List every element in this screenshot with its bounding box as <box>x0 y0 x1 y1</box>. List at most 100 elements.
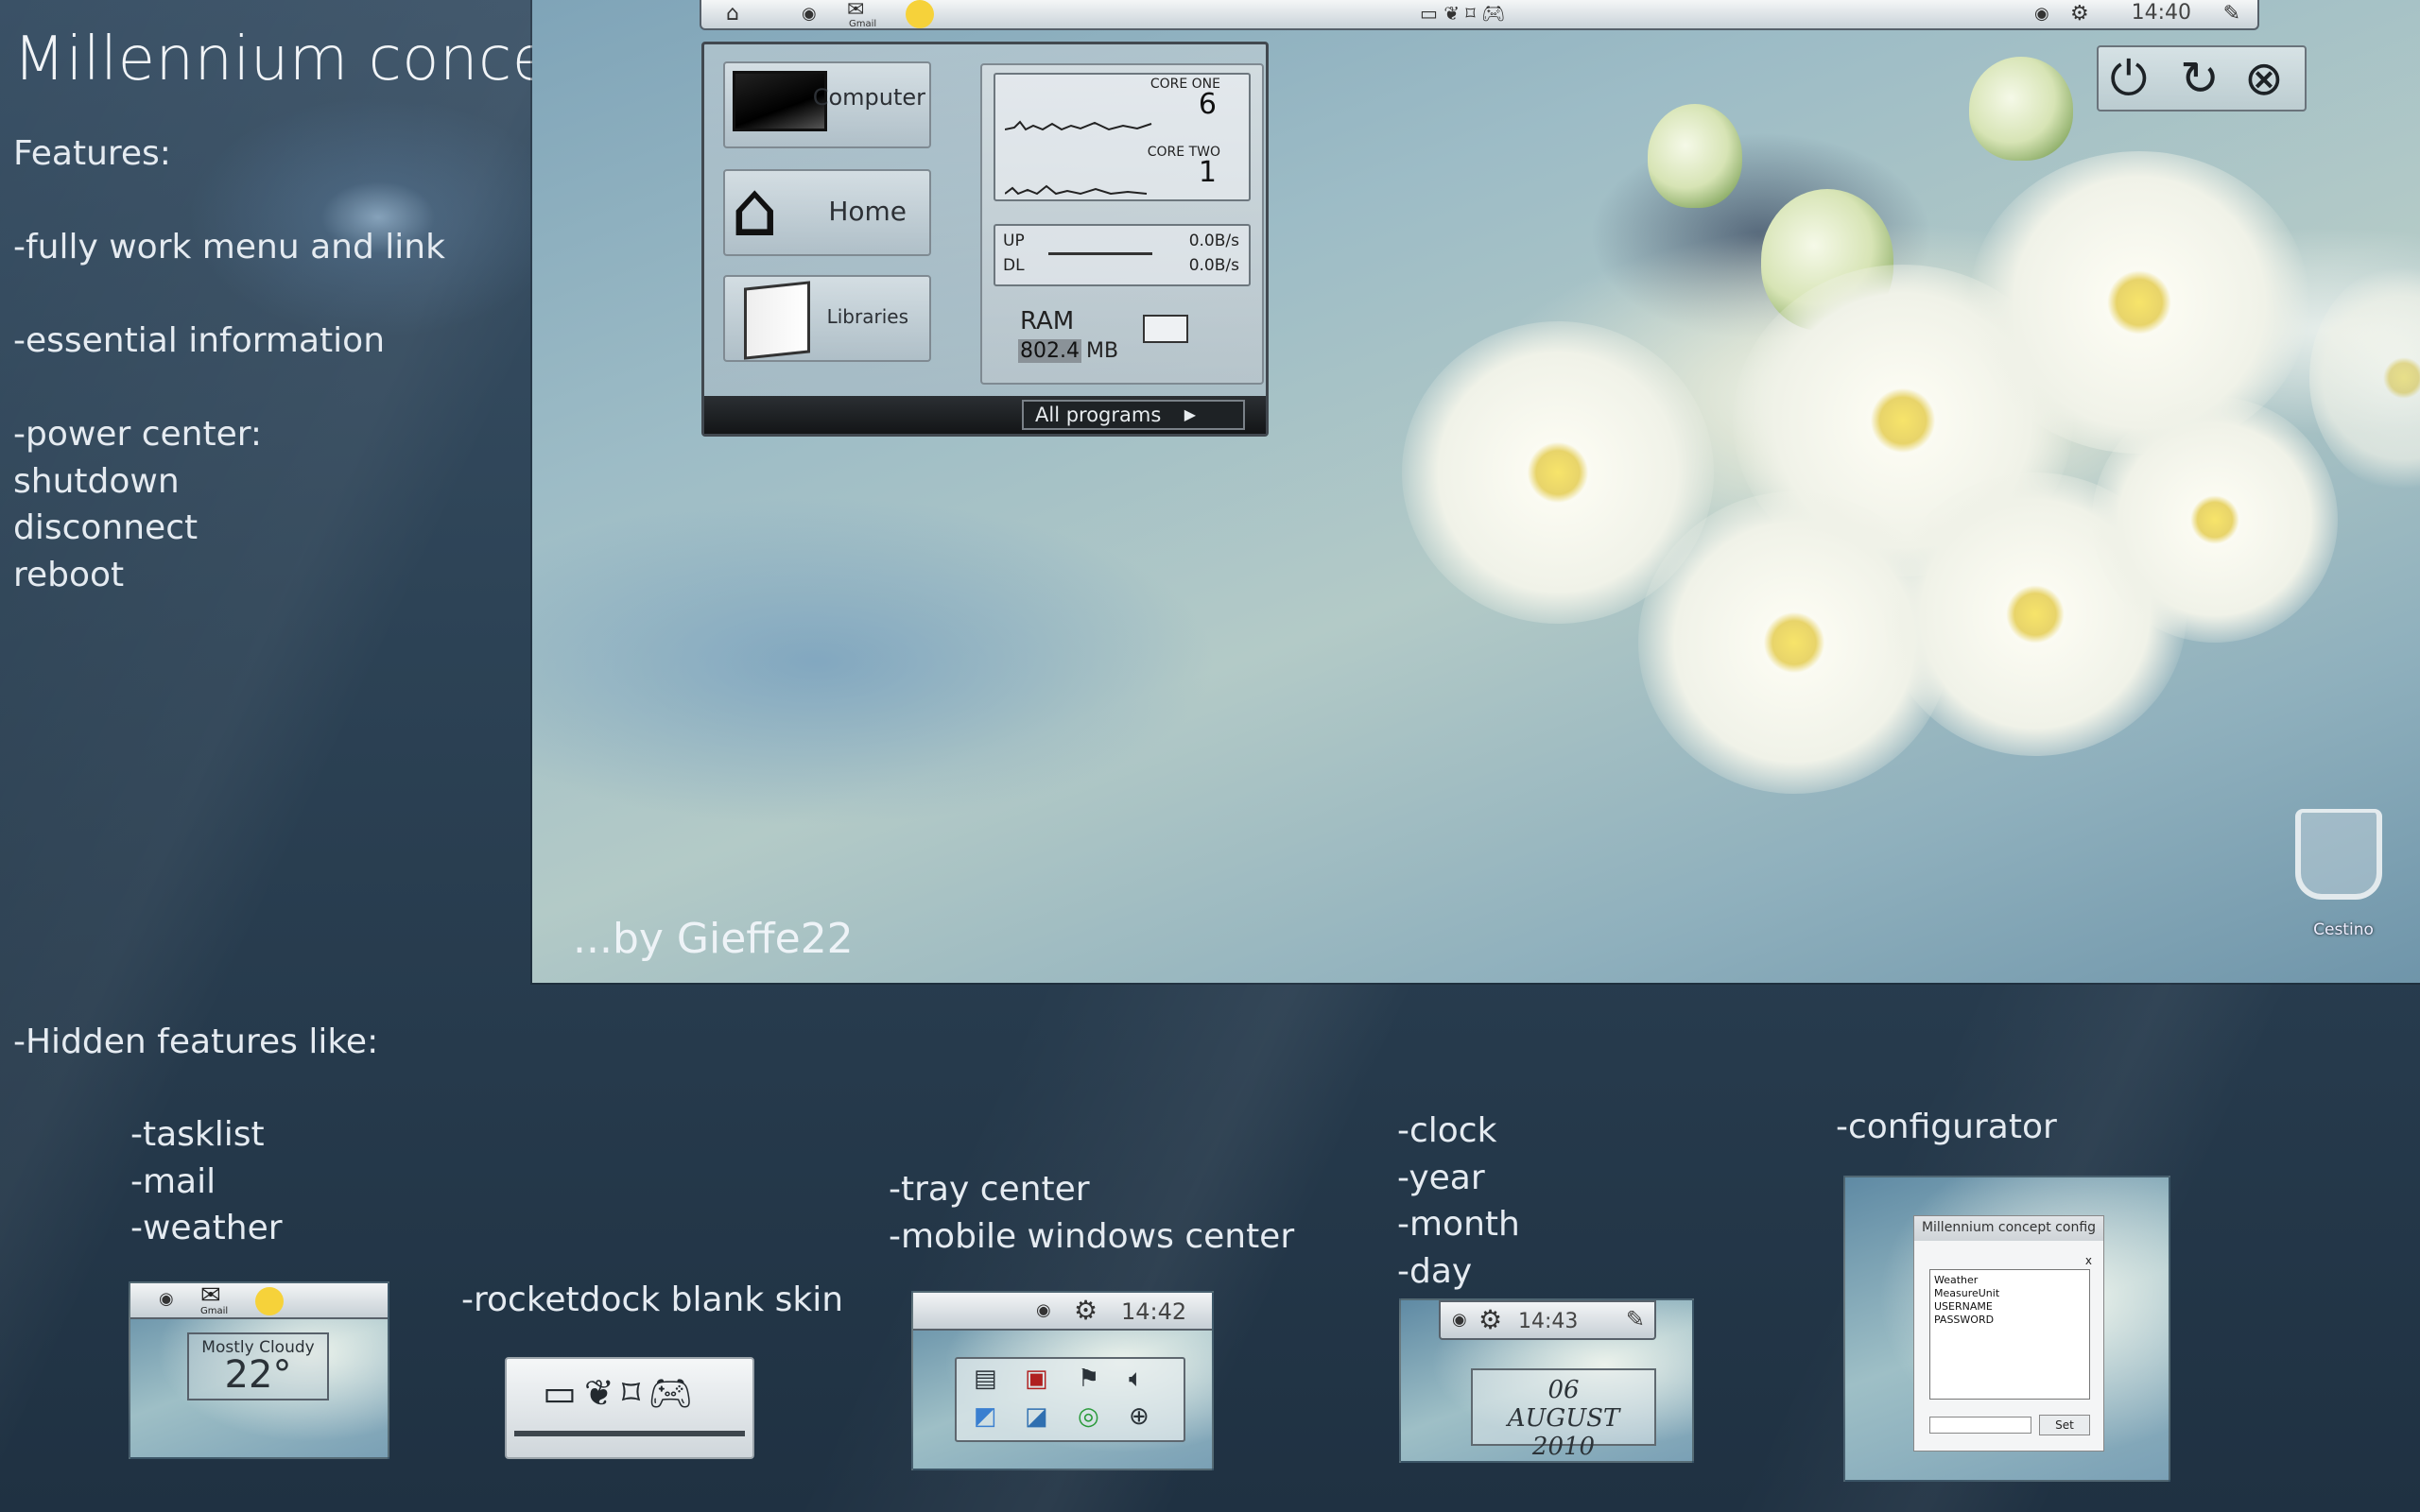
menu-tile-label: Libraries <box>826 305 908 328</box>
feature-line: -essential information <box>13 321 386 360</box>
arrow-right-icon: ▶ <box>1184 405 1196 423</box>
hidden-group-tasklist: -tasklist -mail -weather <box>130 1111 283 1252</box>
ram-value: 802.4 <box>1018 339 1081 363</box>
settings-gear-icon[interactable]: ⚙ <box>1478 1304 1502 1335</box>
hidden-feature: -mobile windows center <box>889 1216 1295 1256</box>
dl-label: DL <box>1003 256 1025 275</box>
tray-dropdown-icon[interactable]: ◉ <box>1452 1310 1467 1330</box>
dl-value: 0.0B/s <box>1188 256 1239 275</box>
tray-dropdown-icon[interactable]: ◉ <box>2034 4 2049 24</box>
features-list: Features: -fully work menu and link -ess… <box>13 130 445 598</box>
home-icon[interactable]: ⌂ <box>726 2 739 26</box>
config-field[interactable]: USERNAME <box>1934 1300 2085 1314</box>
disconnect-icon[interactable]: ⊗ <box>2244 55 2284 102</box>
hidden-group-rocketdock: -rocketdock blank skin <box>461 1280 844 1319</box>
feature-line <box>13 178 445 225</box>
hidden-feature: -weather <box>130 1209 283 1247</box>
feature-line: shutdown <box>13 461 180 501</box>
tray-thumbnail: ◉ ⚙ 14:42 ▤ ▣ ⚑ 🔈︎ ◩ ◪ ◎ ⊕ <box>911 1291 1214 1470</box>
power-center: ⏻ ↻ ⊗ <box>2097 45 2307 112</box>
config-value-input[interactable] <box>1929 1417 2031 1434</box>
mail-label: Gmail <box>200 1306 229 1316</box>
dock-shelf <box>514 1431 745 1436</box>
feature-line: Features: <box>13 134 171 173</box>
hidden-feature: -month <box>1397 1205 1520 1244</box>
trash-label: Cestino <box>2313 920 2374 939</box>
mini-taskbar: ◉ ✉ Gmail <box>130 1283 388 1319</box>
hidden-feature: -clock <box>1397 1111 1497 1150</box>
shutdown-icon[interactable]: ⏻ <box>2110 55 2148 102</box>
reboot-icon[interactable]: ↻ <box>2180 55 2220 102</box>
settings-gear-icon[interactable]: ⚙ <box>2070 2 2089 26</box>
add-icon[interactable]: ⊕ <box>1129 1402 1150 1431</box>
config-tool-icon[interactable]: ✎ <box>2223 2 2240 26</box>
config-tool-icon[interactable]: ✎ <box>1626 1306 1645 1332</box>
all-programs-button[interactable]: All programs ▶ <box>1022 400 1245 430</box>
rocketdock-skin: ▭❦⌑🎮︎ <box>505 1357 754 1459</box>
trash-bin[interactable]: Cestino <box>2291 809 2386 939</box>
date-month-year: AUGUST 2010 <box>1507 1404 1620 1461</box>
config-window: Millennium concept config x Weather Meas… <box>1913 1215 2104 1452</box>
dropdown-icon[interactable]: ◉ <box>159 1289 174 1309</box>
feature-line: reboot <box>13 555 125 594</box>
window-icon[interactable]: ◩ <box>974 1402 997 1431</box>
close-icon[interactable]: x <box>2085 1254 2092 1267</box>
volume-icon[interactable]: 🔈︎ <box>1129 1365 1144 1394</box>
feature-line <box>13 271 445 318</box>
ram-unit: MB <box>1086 339 1119 363</box>
hidden-feature: -year <box>1397 1158 1485 1197</box>
network-box: UP DL 0.0B/s 0.0B/s <box>994 224 1251 286</box>
mini-taskbar: ◉ ⚙ 14:43 ✎ <box>1439 1300 1656 1340</box>
core-one-graph <box>1005 120 1152 131</box>
clock-time: 14:40 <box>2131 1 2191 25</box>
weather-temp: 22° <box>224 1353 292 1397</box>
security-icon[interactable]: ▣ <box>1025 1365 1048 1393</box>
dropdown-icon[interactable]: ◉ <box>802 4 817 24</box>
menu-tile-libraries[interactable]: Libraries <box>723 275 931 362</box>
tasklist-icons[interactable]: ▭ ❦ ⌑ 🎮︎ <box>1420 2 1505 25</box>
author-credit: ...by Gieffe22 <box>573 915 854 963</box>
weather-sun-icon[interactable] <box>906 0 934 28</box>
blossom <box>2092 397 2338 643</box>
system-stats-panel: CORE ONE 6 CORE TWO 1 UP DL 0.0B/s 0.0B/… <box>980 63 1264 385</box>
blossom <box>2309 265 2420 491</box>
set-button[interactable]: Set <box>2039 1415 2090 1435</box>
date-panel: 06 AUGUST 2010 <box>1471 1368 1656 1461</box>
memory-card-icon <box>1143 315 1188 343</box>
menu-tile-computer[interactable]: Computer <box>723 61 931 148</box>
date-day: 06 <box>1547 1376 1580 1404</box>
flower-bud <box>1648 104 1742 208</box>
ram-label: RAM <box>1020 307 1075 335</box>
weather-sun-icon[interactable] <box>255 1287 284 1315</box>
hidden-feature: -day <box>1397 1251 1473 1291</box>
settings-gear-icon[interactable]: ⚙ <box>1074 1295 1098 1326</box>
feature-line: -power center: <box>13 415 263 454</box>
config-field[interactable]: PASSWORD <box>1934 1314 2085 1327</box>
config-field[interactable]: Weather <box>1934 1274 2085 1287</box>
menu-tile-label: Home <box>828 196 907 227</box>
feature-line: -fully work menu and link <box>13 228 445 266</box>
clock-time: 14:43 <box>1518 1310 1579 1333</box>
tray-dropdown-icon[interactable]: ◉ <box>1036 1300 1051 1320</box>
storage-icon[interactable]: ▤ <box>974 1365 997 1393</box>
dock-icons[interactable]: ▭❦⌑🎮︎ <box>543 1372 701 1415</box>
core-one-value: 6 <box>1198 88 1217 121</box>
hidden-feature: -mail <box>130 1161 216 1201</box>
hidden-feature: -tasklist <box>130 1115 265 1154</box>
tray-center-panel: ▤ ▣ ⚑ 🔈︎ ◩ ◪ ◎ ⊕ <box>955 1357 1185 1442</box>
sync-icon[interactable]: ◎ <box>1078 1402 1099 1431</box>
feature-line: disconnect <box>13 508 199 547</box>
all-programs-label: All programs <box>1035 404 1162 426</box>
configurator-thumbnail: Millennium concept config x Weather Meas… <box>1843 1176 2170 1482</box>
trash-icon <box>2295 809 2382 900</box>
up-value: 0.0B/s <box>1188 232 1239 250</box>
display-icon[interactable]: ◪ <box>1025 1402 1048 1431</box>
config-field[interactable]: MeasureUnit <box>1934 1287 2085 1300</box>
menu-tile-home[interactable]: ⌂ Home <box>723 167 931 256</box>
flag-icon[interactable]: ⚑ <box>1078 1365 1099 1393</box>
top-taskbar: ⌂ ◉ ✉ Gmail ▭ ❦ ⌑ 🎮︎ ◉ ⚙ 14:40 ✎ <box>700 0 2259 30</box>
config-field-list[interactable]: Weather MeasureUnit USERNAME PASSWORD <box>1929 1269 2090 1400</box>
core-two-graph <box>1005 184 1148 196</box>
menu-footer: All programs ▶ <box>704 396 1266 434</box>
library-icon <box>744 281 810 360</box>
